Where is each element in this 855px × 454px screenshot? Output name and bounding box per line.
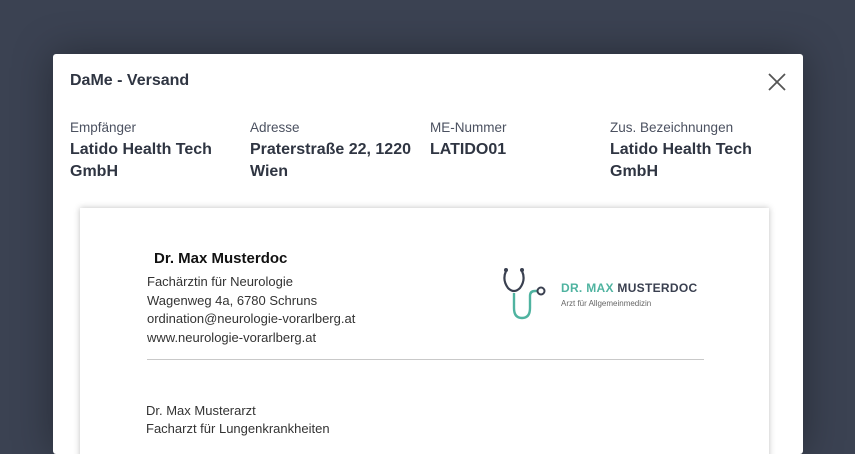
sender-specialty: Fachärztin für Neurologie bbox=[147, 274, 293, 289]
logo-title: DR. MAX MUSTERDOC bbox=[561, 281, 697, 295]
field-additional-names: Zus. Bezeichnungen Latido Health Tech Gm… bbox=[610, 120, 780, 183]
field-recipient: Empfänger Latido Health Tech GmbH bbox=[70, 120, 240, 183]
sender-address: Wagenweg 4a, 6780 Schruns bbox=[147, 292, 318, 308]
send-dialog: DaMe - Versand Empfänger Latido Health T… bbox=[53, 54, 803, 454]
sender-name: Dr. Max Musterdoc bbox=[154, 250, 288, 267]
close-button[interactable] bbox=[765, 70, 789, 94]
recipient-specialty: Facharzt für Lungenkrankheiten bbox=[146, 421, 330, 436]
field-me-number-value: LATIDO01 bbox=[430, 141, 507, 158]
letter-recipient: Dr. Max Musterarzt Facharzt für Lungenkr… bbox=[146, 402, 330, 438]
header-divider bbox=[147, 359, 704, 360]
stethoscope-icon bbox=[503, 268, 546, 320]
logo-title-highlight: DR. MAX bbox=[561, 281, 614, 295]
sender-details: Fachärztin für Neurologie Wagenweg 4a, 6… bbox=[147, 273, 355, 347]
dialog-title: DaMe - Versand bbox=[70, 72, 190, 89]
field-recipient-label: Empfänger bbox=[70, 120, 137, 135]
close-icon bbox=[768, 73, 786, 91]
field-address-value: Praterstraße 22, 1220 Wien bbox=[250, 141, 411, 180]
field-additional-names-value: Latido Health Tech GmbH bbox=[610, 141, 752, 180]
field-me-number: ME-Nummer LATIDO01 bbox=[430, 120, 600, 161]
sender-email: ordination@neurologie-vorarlberg.at bbox=[147, 311, 356, 326]
logo-subtitle: Arzt für Allgemeinmedizin bbox=[561, 299, 652, 308]
field-address-label: Adresse bbox=[250, 120, 300, 135]
recipient-name: Dr. Max Musterarzt bbox=[146, 403, 256, 418]
field-me-number-label: ME-Nummer bbox=[430, 120, 507, 135]
practice-logo: DR. MAX MUSTERDOC Arzt für Allgemeinmedi… bbox=[500, 266, 700, 326]
letter-preview: Dr. Max Musterdoc Fachärztin für Neurolo… bbox=[80, 208, 769, 454]
sender-website: www.neurologie-vorarlberg.at bbox=[147, 329, 317, 345]
field-recipient-value: Latido Health Tech GmbH bbox=[70, 141, 212, 180]
logo-title-rest: MUSTERDOC bbox=[617, 281, 698, 295]
field-additional-names-label: Zus. Bezeichnungen bbox=[610, 120, 734, 135]
field-address: Adresse Praterstraße 22, 1220 Wien bbox=[250, 120, 420, 183]
